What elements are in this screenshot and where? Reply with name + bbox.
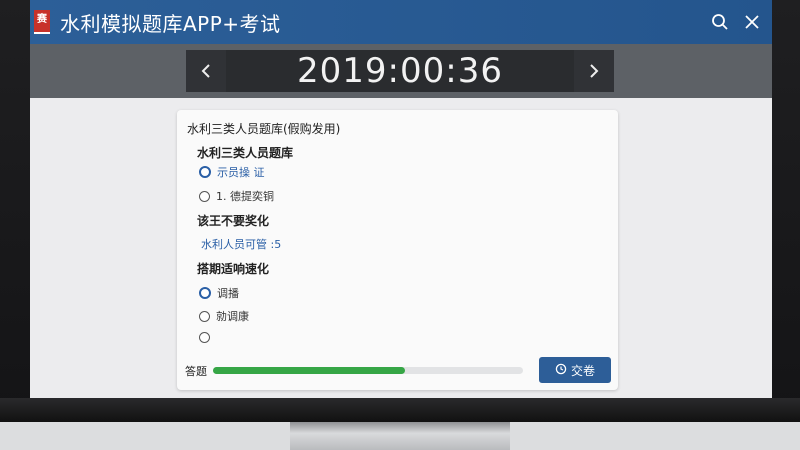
prev-question-button[interactable]	[186, 50, 226, 92]
chevron-right-icon	[590, 64, 599, 78]
section-heading: 该王不要奖化	[197, 214, 270, 228]
radio-icon[interactable]	[199, 332, 210, 343]
answer-option[interactable]: 1. 德提奕铜	[199, 188, 274, 204]
clock-icon	[555, 363, 567, 378]
chevron-left-icon	[201, 64, 210, 78]
app-title: 水利模拟题库APP+考试	[60, 11, 281, 36]
answer-option[interactable]: 调播	[199, 285, 239, 301]
question-card: 水利三类人员题库(假购发用) 水利三类人员题库 示员操 证 1. 德提奕铜 该王…	[177, 110, 618, 390]
progress-fill	[213, 367, 406, 374]
radio-icon[interactable]	[199, 310, 210, 322]
countdown-timer: 2019:00:36	[297, 51, 503, 91]
submit-exam-button[interactable]: 交卷	[539, 357, 611, 383]
app-logo: 赛	[34, 10, 50, 34]
answer-option[interactable]	[199, 332, 216, 343]
title-bar: 赛 水利模拟题库APP+考试	[30, 0, 772, 44]
section-heading: 搭期适响速化	[197, 262, 270, 276]
progress-label: 答题	[185, 365, 207, 378]
progress-bar	[213, 367, 523, 374]
submit-label: 交卷	[570, 363, 595, 378]
desk-surface	[0, 422, 290, 450]
search-icon[interactable]	[710, 12, 730, 32]
timer-bar: 2019:00:36	[30, 44, 772, 98]
radio-icon[interactable]	[199, 190, 210, 202]
answer-footer: 答题 交卷	[185, 357, 611, 383]
screen: 赛 水利模拟题库APP+考试 2019:00:36 水利三类人员题库(假购发用)…	[30, 0, 772, 398]
monitor-stand	[290, 422, 510, 450]
section-heading: 水利三类人员题库	[197, 146, 294, 160]
desk-surface	[510, 422, 800, 450]
timer-panel: 2019:00:36	[186, 50, 614, 92]
radio-icon[interactable]	[199, 287, 211, 299]
answer-option[interactable]: 勍调康	[199, 308, 249, 324]
radio-selected-icon[interactable]	[199, 166, 211, 178]
answer-option[interactable]: 水利人员可管 :5	[201, 236, 281, 252]
monitor-chin	[0, 398, 800, 422]
question-title: 水利三类人员题库(假购发用)	[187, 122, 341, 136]
next-question-button[interactable]	[574, 50, 614, 92]
answer-option[interactable]: 示员操 证	[199, 164, 265, 180]
close-icon[interactable]	[742, 12, 762, 32]
